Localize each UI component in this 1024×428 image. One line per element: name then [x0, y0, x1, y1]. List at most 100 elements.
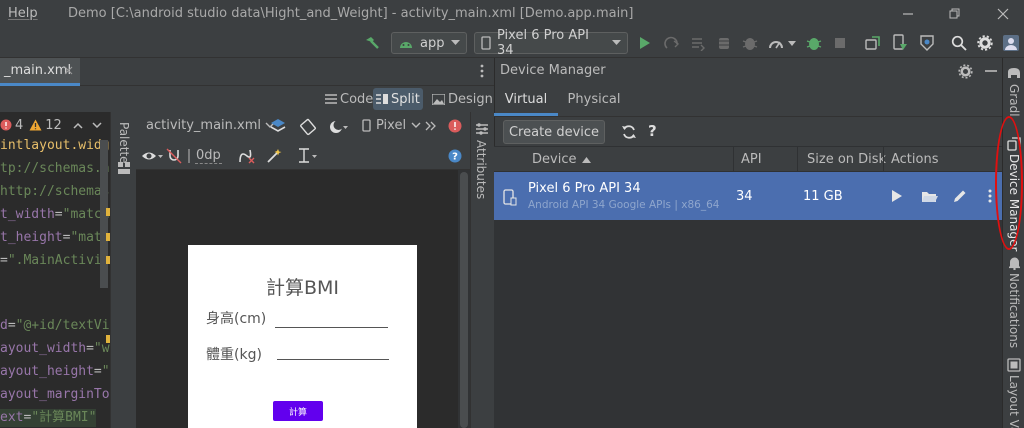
code-line[interactable]: http://schemas — [0, 183, 110, 201]
code-line[interactable]: intlayout.widg — [0, 137, 110, 155]
profile-icon[interactable] — [767, 34, 785, 52]
device-detail: Android API 34 Google APIs | x86_64 — [528, 199, 720, 211]
run-icon[interactable] — [637, 34, 653, 52]
code-editor[interactable]: 4 12 intlayout.widg tp://schemas.a http://… — [0, 112, 110, 428]
error-count: 4 — [15, 117, 24, 133]
eye-view-options-icon[interactable] — [140, 147, 164, 165]
edit-pencil-icon[interactable] — [950, 187, 968, 205]
inspection-widget[interactable]: 4 12 — [0, 117, 102, 133]
layout-validation-icon[interactable] — [1006, 357, 1022, 373]
autoconnect-off-icon[interactable] — [165, 147, 183, 165]
night-mode-icon[interactable] — [326, 117, 350, 137]
restore-icon[interactable] — [945, 6, 965, 22]
preview-weight-label[interactable]: 體重(kg) — [206, 344, 262, 364]
help-info-icon[interactable]: ? — [447, 148, 463, 164]
minimize-icon[interactable] — [898, 6, 918, 22]
tabs-menu-icon[interactable] — [475, 62, 489, 80]
tab-physical[interactable]: Physical — [562, 86, 626, 116]
run-config-select[interactable]: app — [391, 32, 467, 54]
code-line[interactable]: t_width="match — [0, 206, 110, 224]
margin-icon — [187, 149, 192, 163]
launch-emulator-icon[interactable] — [889, 188, 905, 204]
notifications-bell-icon[interactable] — [1006, 255, 1022, 271]
gradle-tab[interactable]: Gradle — [1007, 84, 1021, 116]
infer-constraints-icon[interactable] — [265, 147, 283, 165]
design-surface-icon[interactable] — [267, 117, 289, 137]
code-line[interactable]: ayout_height=" — [0, 363, 110, 381]
device-manager-toolbar-icon[interactable] — [863, 33, 883, 53]
split-view-button[interactable]: Split — [373, 88, 423, 110]
hammer-icon[interactable] — [362, 33, 382, 53]
layout-file-select[interactable]: activity_main.xml — [146, 118, 275, 133]
column-size[interactable]: Size on Disk — [807, 152, 886, 167]
code-line[interactable]: d="@+id/textVi — [0, 317, 110, 335]
attach-debugger-icon[interactable] — [805, 34, 823, 52]
settings-gear-icon[interactable] — [956, 62, 974, 80]
close-tab-icon[interactable] — [64, 66, 73, 75]
chevron-down-icon[interactable] — [92, 121, 102, 129]
attributes-tab[interactable]: Attributes — [474, 140, 488, 199]
notifications-tab[interactable]: Notifications — [1007, 273, 1021, 348]
device-select-label: Pixel 6 Pro API 34 — [497, 28, 589, 58]
help-button[interactable]: ? — [648, 122, 657, 140]
palette-icon[interactable] — [116, 160, 132, 176]
design-view-button[interactable]: Design — [429, 88, 496, 110]
preview-weight-input[interactable] — [277, 359, 389, 360]
code-line[interactable]: t_height="matc — [0, 229, 110, 247]
pack-align-icon[interactable] — [296, 147, 320, 165]
running-devices-icon[interactable] — [890, 33, 910, 53]
tab-virtual-label: Virtual — [504, 92, 548, 107]
device-select[interactable]: Pixel 6 Pro API 34 — [474, 28, 628, 58]
apply-changes-icon[interactable] — [663, 34, 681, 52]
code-token: "計算BMI" — [31, 410, 97, 425]
preview-height-input[interactable] — [275, 327, 388, 328]
code-line[interactable]: tp://schemas.a — [0, 160, 110, 178]
apply-code-changes-icon[interactable] — [689, 34, 707, 52]
close-window-icon[interactable] — [993, 6, 1013, 22]
attributes-icon[interactable] — [474, 121, 490, 137]
palette-tab[interactable]: Palette — [117, 122, 131, 164]
highlight-annotation — [995, 116, 1023, 250]
chevron-up-icon[interactable] — [73, 122, 83, 129]
clear-constraints-icon[interactable] — [237, 147, 257, 165]
refresh-icon[interactable] — [620, 123, 638, 141]
phone-preview[interactable]: 計算BMI 身高(cm) 體重(kg) 計算 — [188, 245, 417, 428]
column-api[interactable]: API — [741, 152, 762, 167]
code-view-button[interactable]: Code — [322, 88, 376, 110]
code-token: ayout_marginTo — [0, 387, 110, 402]
orientation-icon[interactable] — [297, 117, 319, 137]
gradle-elephant-icon[interactable] — [1005, 64, 1023, 80]
tab-virtual[interactable]: Virtual — [494, 86, 558, 116]
hide-panel-icon[interactable] — [982, 62, 1000, 80]
preview-title[interactable]: 計算BMI — [188, 273, 417, 300]
layout-validation-tab[interactable]: Layout Vali — [1007, 375, 1021, 428]
code-line[interactable]: ext="計算BMI" — [0, 409, 97, 427]
device-name: Pixel 6 Pro API 34 — [528, 181, 641, 196]
code-line[interactable]: ayout_width="w — [0, 340, 110, 358]
sync-project-icon[interactable] — [715, 34, 733, 52]
stop-icon[interactable] — [831, 34, 849, 52]
debug-icon[interactable] — [741, 34, 759, 52]
menu-help[interactable]: Help — [8, 6, 38, 21]
search-icon[interactable] — [949, 33, 969, 53]
open-folder-icon[interactable] — [919, 188, 939, 204]
account-icon[interactable] — [1000, 33, 1022, 53]
profile-chevron-icon[interactable] — [787, 38, 797, 48]
sdk-manager-icon[interactable] — [917, 33, 937, 53]
settings-gear-icon[interactable] — [975, 33, 995, 53]
more-options-chevron-icon[interactable] — [424, 119, 438, 133]
canvas-scrollbar[interactable] — [460, 172, 468, 428]
tab-activity-main[interactable]: _main.xml — [0, 58, 80, 86]
create-device-button[interactable]: Create device — [503, 120, 605, 144]
split-view-label: Split — [391, 91, 420, 107]
device-preview-select[interactable]: Pixel — [362, 118, 421, 133]
code-token: "w — [93, 341, 110, 356]
default-margin-field[interactable]: 0dp — [187, 147, 222, 165]
code-line[interactable]: =".MainActivit — [0, 252, 110, 270]
render-error-icon[interactable] — [447, 118, 463, 134]
preview-calc-button[interactable]: 計算 — [273, 401, 323, 421]
window-title: Demo [C:\android studio data\Hight_and_W… — [68, 6, 634, 21]
preview-height-label[interactable]: 身高(cm) — [206, 308, 266, 328]
code-line[interactable]: ayout_marginTo — [0, 386, 110, 404]
column-device[interactable]: Device — [532, 152, 592, 167]
